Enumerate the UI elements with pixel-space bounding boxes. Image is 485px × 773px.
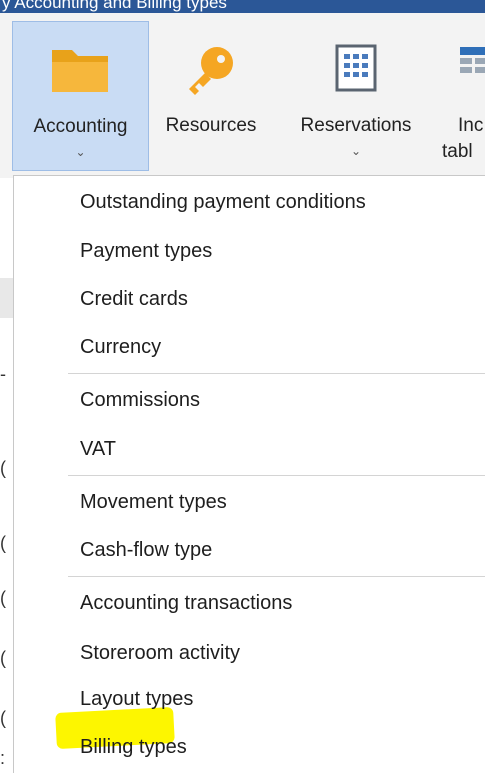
index-label-line1: Inc (458, 115, 484, 136)
menu-item-vat[interactable]: VAT (80, 438, 116, 461)
window-title: y Accounting and Billing types (2, 0, 227, 12)
background-glyph: ( (0, 648, 6, 668)
menu-item-billing-types[interactable]: Billing types (80, 736, 187, 759)
menu-item-storeroom-activity[interactable]: Storeroom activity (80, 642, 240, 665)
background-glyph: ( (0, 533, 6, 553)
index-tables-button[interactable]: Inc tabl (440, 21, 485, 171)
ribbon: Accounting ⌄ Resources Reservations ⌄ In… (0, 13, 485, 179)
accounting-dropdown-menu: Outstanding payment conditions Payment t… (13, 175, 485, 773)
menu-item-movement-types[interactable]: Movement types (80, 491, 227, 514)
menu-item-credit-cards[interactable]: Credit cards (80, 288, 188, 311)
background-glyph: : (0, 748, 6, 768)
background-band (0, 278, 13, 318)
menu-item-currency[interactable]: Currency (80, 336, 161, 359)
menu-item-layout-types[interactable]: Layout types (80, 688, 193, 711)
chevron-down-icon: ⌄ (350, 144, 362, 158)
background-glyph: - (0, 364, 6, 384)
menu-item-accounting-transactions[interactable]: Accounting transactions (80, 592, 292, 615)
background-glyph: ( (0, 458, 6, 478)
window-title-bar: y Accounting and Billing types (0, 0, 485, 13)
background-glyph: ( (0, 588, 6, 608)
menu-separator (68, 373, 485, 374)
reservations-button[interactable]: Reservations ⌄ (283, 21, 429, 171)
background-window-edge: - ( ( ( ( ( : (0, 178, 13, 772)
menu-separator (68, 475, 485, 476)
table-icon (460, 47, 485, 96)
calendar-icon (334, 43, 378, 98)
chevron-down-icon: ⌄ (75, 145, 86, 159)
menu-item-cash-flow-type[interactable]: Cash-flow type (80, 539, 212, 562)
resources-button[interactable]: Resources (151, 21, 271, 171)
menu-item-payment-types[interactable]: Payment types (80, 240, 212, 263)
menu-item-commissions[interactable]: Commissions (80, 389, 200, 412)
menu-separator (68, 576, 485, 577)
reservations-label: Reservations (300, 115, 412, 136)
resources-label: Resources (165, 115, 257, 136)
key-icon (183, 43, 239, 104)
accounting-label: Accounting (33, 116, 128, 137)
background-glyph: ( (0, 708, 6, 728)
accounting-button[interactable]: Accounting ⌄ (12, 21, 149, 171)
folder-icon (50, 44, 112, 101)
menu-item-outstanding-payment-conditions[interactable]: Outstanding payment conditions (80, 191, 366, 214)
index-label-line2: tabl (442, 141, 473, 162)
